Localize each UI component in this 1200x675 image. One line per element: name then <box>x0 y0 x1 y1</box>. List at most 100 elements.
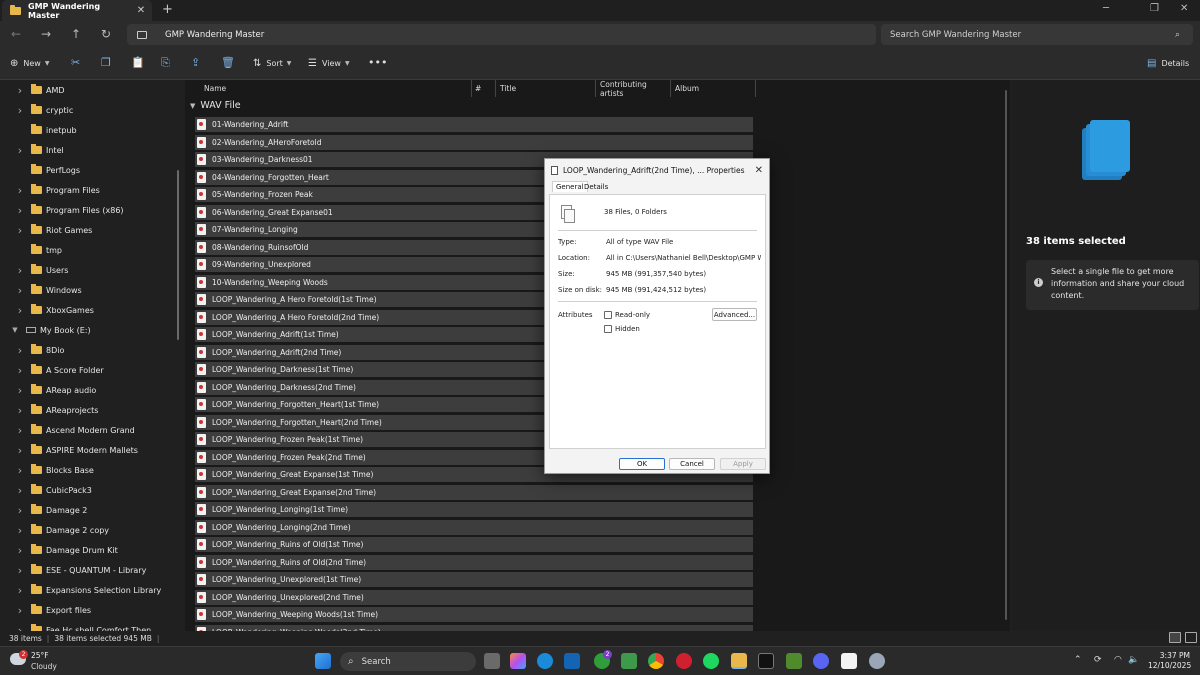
chevron-right-icon[interactable]: › <box>15 104 25 117</box>
chevron-right-icon[interactable]: › <box>15 584 25 597</box>
opera-icon[interactable] <box>676 653 692 669</box>
chevron-right-icon[interactable]: › <box>15 604 25 617</box>
sidebar-item[interactable]: › Program Files (x86) <box>15 200 124 220</box>
sync-icon[interactable]: ⟳ <box>1094 655 1102 665</box>
tab-details[interactable]: Details <box>584 183 608 191</box>
details-view-icon[interactable] <box>1169 632 1181 643</box>
chevron-right-icon[interactable]: › <box>15 84 25 97</box>
spotify-icon[interactable] <box>703 653 719 669</box>
sidebar-item[interactable]: inetpub <box>15 120 77 140</box>
view-button[interactable]: ☰ View ▼ <box>308 58 350 69</box>
maximize-icon[interactable]: ❐ <box>1150 3 1159 14</box>
taskbar-search[interactable]: ⌕ Search <box>340 652 476 671</box>
column-separator[interactable] <box>495 80 496 97</box>
sort-button[interactable]: ⇅ Sort ▼ <box>253 58 291 69</box>
file-explorer-icon[interactable] <box>731 653 747 669</box>
chevron-right-icon[interactable]: › <box>15 344 25 357</box>
minimize-icon[interactable]: ─ <box>1103 3 1109 14</box>
column-number[interactable]: # <box>475 80 495 97</box>
column-separator[interactable] <box>595 80 596 97</box>
forward-icon[interactable]: → <box>41 27 51 41</box>
copilot-icon[interactable] <box>510 653 526 669</box>
chevron-right-icon[interactable]: › <box>15 404 25 417</box>
ok-button[interactable]: OK <box>619 458 665 470</box>
sidebar-item[interactable]: › Export files <box>15 600 91 620</box>
sidebar-item[interactable]: › 8Dio <box>15 340 65 360</box>
file-row[interactable]: LOOP_Wandering_Longing(2nd Time) <box>195 519 753 535</box>
chevron-right-icon[interactable]: › <box>15 364 25 377</box>
chevron-right-icon[interactable]: › <box>15 204 25 217</box>
search-input[interactable]: Search GMP Wandering Master ⌕ <box>881 24 1193 45</box>
sidebar-item[interactable]: › AReaprojects <box>15 400 99 420</box>
file-row[interactable]: 02-Wandering_AHeroForetold <box>195 134 753 150</box>
hidden-checkbox[interactable]: Hidden <box>604 325 640 333</box>
chevron-right-icon[interactable]: › <box>15 284 25 297</box>
sidebar-item[interactable]: › ESE - QUANTUM - Library <box>15 560 147 580</box>
edge-icon[interactable] <box>537 653 553 669</box>
list-scrollbar[interactable] <box>1005 90 1007 620</box>
tiles-view-icon[interactable] <box>1185 632 1197 643</box>
chevron-right-icon[interactable]: › <box>15 264 25 277</box>
sidebar-item[interactable]: › Expansions Selection Library <box>15 580 162 600</box>
sidebar-item[interactable]: › Program Files <box>15 180 100 200</box>
weather-temperature[interactable]: 25°F <box>31 651 49 660</box>
sidebar-item[interactable]: › AMD <box>15 80 65 100</box>
start-icon[interactable] <box>315 653 331 669</box>
chrome-icon[interactable] <box>648 653 664 669</box>
task-view-icon[interactable] <box>484 653 500 669</box>
sidebar-item[interactable]: › XboxGames <box>15 300 94 320</box>
chevron-right-icon[interactable]: › <box>15 424 25 437</box>
sidebar-item[interactable]: › cryptic <box>15 100 73 120</box>
dialog-title-bar[interactable]: LOOP_Wandering_Adrift(2nd Time), ... Pro… <box>551 163 765 177</box>
copy-icon[interactable]: ❐ <box>101 56 111 69</box>
file-row[interactable]: 01-Wandering_Adrift <box>195 117 753 132</box>
sidebar-item[interactable]: › CubicPack3 <box>15 480 92 500</box>
file-row[interactable]: LOOP_Wandering_Ruins of Old(1st Time) <box>195 537 753 552</box>
back-icon[interactable]: ← <box>11 27 21 41</box>
notion-icon[interactable] <box>841 653 857 669</box>
new-tab-icon[interactable]: + <box>162 2 173 17</box>
advanced-button[interactable]: Advanced... <box>712 308 757 321</box>
chevron-right-icon[interactable]: › <box>15 464 25 477</box>
sidebar-item[interactable]: › Blocks Base <box>15 460 94 480</box>
chevron-right-icon[interactable]: › <box>15 504 25 517</box>
shield-icon[interactable] <box>621 653 637 669</box>
sidebar-item[interactable]: › Fae Hc shell Comfort Then <box>15 620 151 631</box>
sidebar-item[interactable]: tmp <box>15 240 62 260</box>
file-row[interactable]: LOOP_Wandering_Ruins of Old(2nd Time) <box>195 554 753 570</box>
sidebar-item[interactable]: › AReap audio <box>15 380 97 400</box>
column-artists[interactable]: Contributing artists <box>600 80 670 98</box>
apply-button[interactable]: Apply <box>720 458 766 470</box>
chevron-right-icon[interactable]: › <box>15 304 25 317</box>
chevron-right-icon[interactable]: › <box>15 184 25 197</box>
clock[interactable]: 3:37 PM 12/10/2025 <box>1148 651 1191 671</box>
sidebar-item[interactable]: › Intel <box>15 140 64 160</box>
refresh-icon[interactable]: ↻ <box>101 27 111 41</box>
column-title[interactable]: Title <box>500 80 595 97</box>
settings-icon[interactable] <box>869 653 885 669</box>
wifi-icon[interactable]: ◠ <box>1114 655 1122 665</box>
sidebar-item[interactable]: › ASPIRE Modern Mallets <box>15 440 138 460</box>
details-pane-button[interactable]: ▤ Details <box>1147 58 1189 69</box>
close-icon[interactable]: ✕ <box>755 165 763 176</box>
sidebar-item[interactable]: › A Score Folder <box>15 360 104 380</box>
column-separator[interactable] <box>670 80 671 97</box>
chevron-right-icon[interactable]: › <box>15 484 25 497</box>
chevron-right-icon[interactable]: › <box>15 544 25 557</box>
share-icon[interactable]: ⇪ <box>191 56 200 69</box>
chevron-right-icon[interactable]: › <box>15 144 25 157</box>
volume-icon[interactable]: 🔈 <box>1128 655 1139 665</box>
cancel-button[interactable]: Cancel <box>669 458 715 470</box>
sidebar-item[interactable]: › Ascend Modern Grand <box>15 420 135 440</box>
file-row[interactable]: LOOP_Wandering_Longing(1st Time) <box>195 502 753 517</box>
file-row[interactable]: LOOP_Wandering_Weeping Woods(1st Time) <box>195 607 753 622</box>
paste-icon[interactable]: 📋 <box>131 56 145 69</box>
rename-icon[interactable]: ⎘ <box>161 56 170 70</box>
chevron-right-icon[interactable]: › <box>15 384 25 397</box>
file-row[interactable]: LOOP_Wandering_Great Expanse(2nd Time) <box>195 484 753 500</box>
column-separator[interactable] <box>471 80 472 97</box>
column-name[interactable]: Name <box>204 80 474 97</box>
column-album[interactable]: Album <box>675 80 755 97</box>
sidebar-item[interactable]: › Users <box>15 260 69 280</box>
new-button[interactable]: ⊕ New ▼ <box>10 58 49 69</box>
